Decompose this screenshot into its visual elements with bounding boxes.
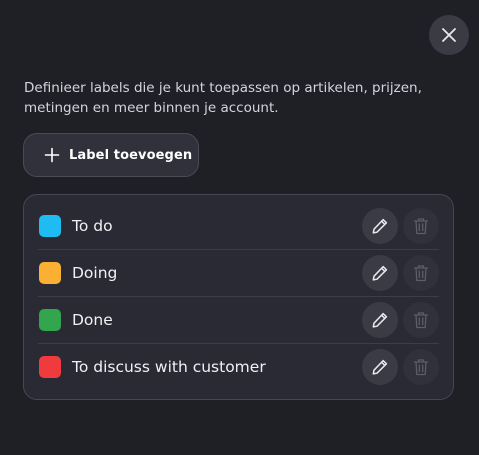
close-button[interactable] (429, 15, 469, 55)
close-icon (442, 28, 456, 42)
trash-icon (413, 217, 429, 234)
trash-icon (413, 265, 429, 282)
pencil-icon (372, 359, 388, 375)
pencil-icon (372, 218, 388, 234)
label-color-swatch (39, 214, 61, 237)
delete-label-button[interactable] (403, 207, 439, 244)
plus-icon (44, 147, 60, 163)
label-color-swatch (39, 356, 61, 378)
label-name: Done (72, 311, 113, 329)
delete-label-button[interactable] (403, 302, 439, 338)
label-row: Doing (38, 249, 439, 296)
edit-label-button[interactable] (362, 207, 398, 244)
trash-icon (413, 312, 429, 329)
label-row: To discuss with customer (38, 343, 439, 390)
delete-label-button[interactable] (403, 349, 439, 385)
delete-label-button[interactable] (403, 255, 439, 291)
label-name: To discuss with customer (72, 358, 266, 376)
label-list: To do Doing Done To discuss with custome… (23, 194, 454, 400)
label-name: Doing (72, 264, 118, 282)
label-row: To do (38, 202, 439, 249)
add-label-button-text: Label toevoegen (69, 147, 193, 163)
edit-label-button[interactable] (362, 255, 398, 291)
pencil-icon (372, 312, 388, 328)
label-row: Done (38, 296, 439, 343)
description-text: Definieer labels die je kunt toepassen o… (24, 80, 422, 116)
trash-icon (413, 359, 429, 376)
pencil-icon (372, 265, 388, 281)
label-color-swatch (39, 309, 61, 331)
label-color-swatch (39, 262, 61, 284)
label-name: To do (72, 216, 113, 235)
edit-label-button[interactable] (362, 349, 398, 385)
edit-label-button[interactable] (362, 302, 398, 338)
add-label-button[interactable]: Label toevoegen (23, 133, 199, 177)
